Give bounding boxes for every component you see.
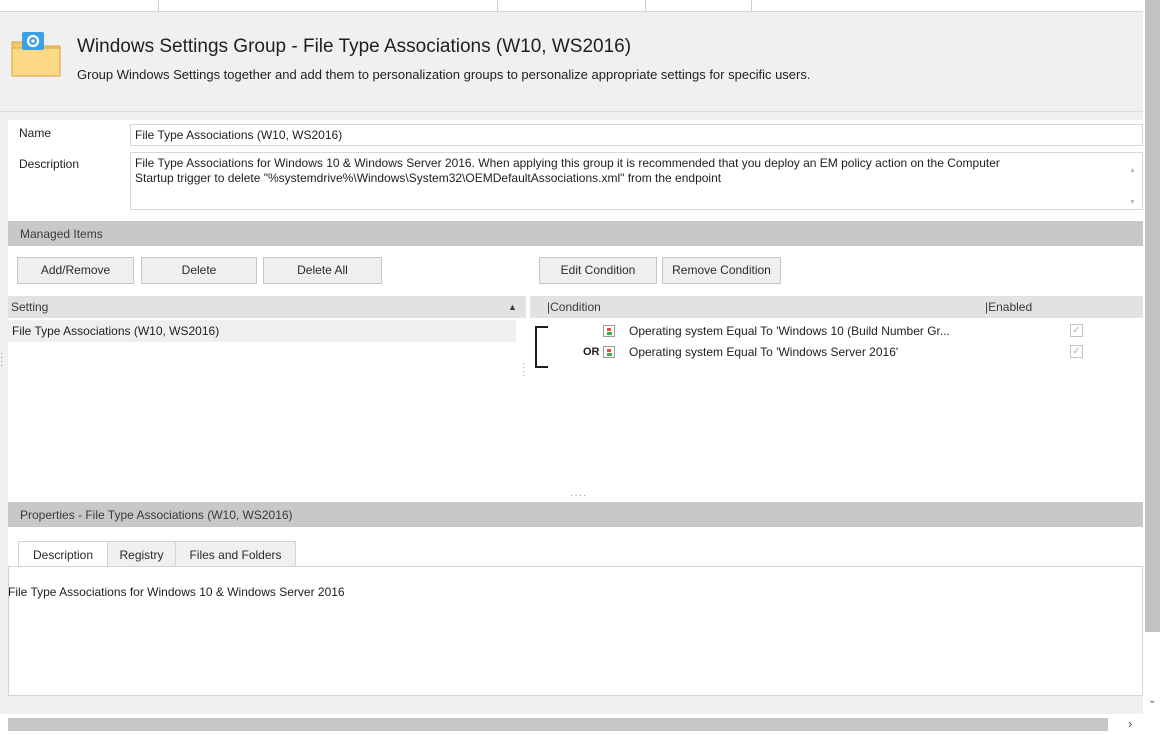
condition-grid-header: |Condition |Enabled xyxy=(530,296,1143,318)
delete-all-button[interactable]: Delete All xyxy=(263,257,382,284)
delete-button[interactable]: Delete xyxy=(141,257,257,284)
properties-description-text: File Type Associations for Windows 10 & … xyxy=(8,585,345,599)
enabled-checkbox[interactable]: ✓ xyxy=(1070,345,1083,358)
tab-registry[interactable]: Registry xyxy=(107,541,176,567)
tab-divider xyxy=(497,0,498,11)
condition-icon xyxy=(603,325,615,337)
folder-gear-icon xyxy=(11,32,61,77)
vertical-scrollbar[interactable]: ⌄ xyxy=(1143,0,1162,714)
splitter-handle[interactable]: ···· xyxy=(0,349,3,371)
page-header: Windows Settings Group - File Type Assoc… xyxy=(0,12,1143,112)
horizontal-scroll-thumb[interactable] xyxy=(8,718,1108,731)
enabled-column-header[interactable]: |Enabled xyxy=(985,296,1032,318)
managed-items-header: Managed Items xyxy=(8,221,1143,246)
name-field[interactable]: File Type Associations (W10, WS2016) xyxy=(130,124,1143,146)
condition-text: Operating system Equal To 'Windows Serve… xyxy=(629,345,899,359)
chevron-right-icon[interactable]: › xyxy=(1128,716,1132,731)
top-tab-strip xyxy=(0,0,1143,12)
splitter-handle[interactable]: ···· xyxy=(570,490,587,501)
description-scrollbar[interactable]: ▲ ▼ xyxy=(1126,155,1140,207)
condition-column-header[interactable]: |Condition xyxy=(547,296,601,318)
condition-text: Operating system Equal To 'Windows 10 (B… xyxy=(629,324,950,338)
scroll-down-icon[interactable]: ▼ xyxy=(1129,195,1136,210)
setting-column-header[interactable]: Setting ▲ xyxy=(8,296,526,318)
tab-divider xyxy=(751,0,752,11)
setting-row[interactable]: File Type Associations (W10, WS2016) xyxy=(8,320,516,342)
scroll-up-icon[interactable]: ▲ xyxy=(1129,163,1136,178)
tab-description[interactable]: Description xyxy=(18,541,108,567)
main-panel: Name File Type Associations (W10, WS2016… xyxy=(0,120,1143,696)
description-line: File Type Associations for Windows 10 & … xyxy=(135,156,1000,170)
edit-condition-button[interactable]: Edit Condition xyxy=(539,257,657,284)
description-line: Startup trigger to delete "%systemdrive%… xyxy=(135,171,722,185)
vertical-scroll-thumb[interactable] xyxy=(1145,0,1160,632)
tab-divider xyxy=(645,0,646,11)
remove-condition-button[interactable]: Remove Condition xyxy=(662,257,781,284)
chevron-down-icon[interactable]: ⌄ xyxy=(1148,695,1156,706)
description-field[interactable]: File Type Associations for Windows 10 & … xyxy=(130,152,1143,210)
enabled-checkbox[interactable]: ✓ xyxy=(1070,324,1083,337)
setting-column-label: Setting xyxy=(11,300,49,314)
condition-row[interactable]: Operating system Equal To 'Windows 10 (B… xyxy=(536,321,1096,341)
tab-files-and-folders[interactable]: Files and Folders xyxy=(175,541,296,567)
name-label: Name xyxy=(19,126,52,140)
properties-header: Properties - File Type Associations (W10… xyxy=(8,502,1143,527)
condition-icon xyxy=(603,346,615,358)
horizontal-scrollbar[interactable]: › xyxy=(0,714,1162,734)
or-operator: OR xyxy=(583,346,600,358)
splitter-handle[interactable]: ···· xyxy=(522,359,525,381)
add-remove-button[interactable]: Add/Remove xyxy=(17,257,134,284)
tab-divider xyxy=(158,0,159,11)
sort-ascending-icon: ▲ xyxy=(508,302,517,312)
page-title: Windows Settings Group - File Type Assoc… xyxy=(77,36,632,57)
page-subtitle: Group Windows Settings together and add … xyxy=(77,67,811,82)
properties-content: File Type Associations for Windows 10 & … xyxy=(8,566,1143,696)
description-label: Description xyxy=(19,157,80,171)
condition-row[interactable]: OR Operating system Equal To 'Windows Se… xyxy=(536,342,1096,362)
